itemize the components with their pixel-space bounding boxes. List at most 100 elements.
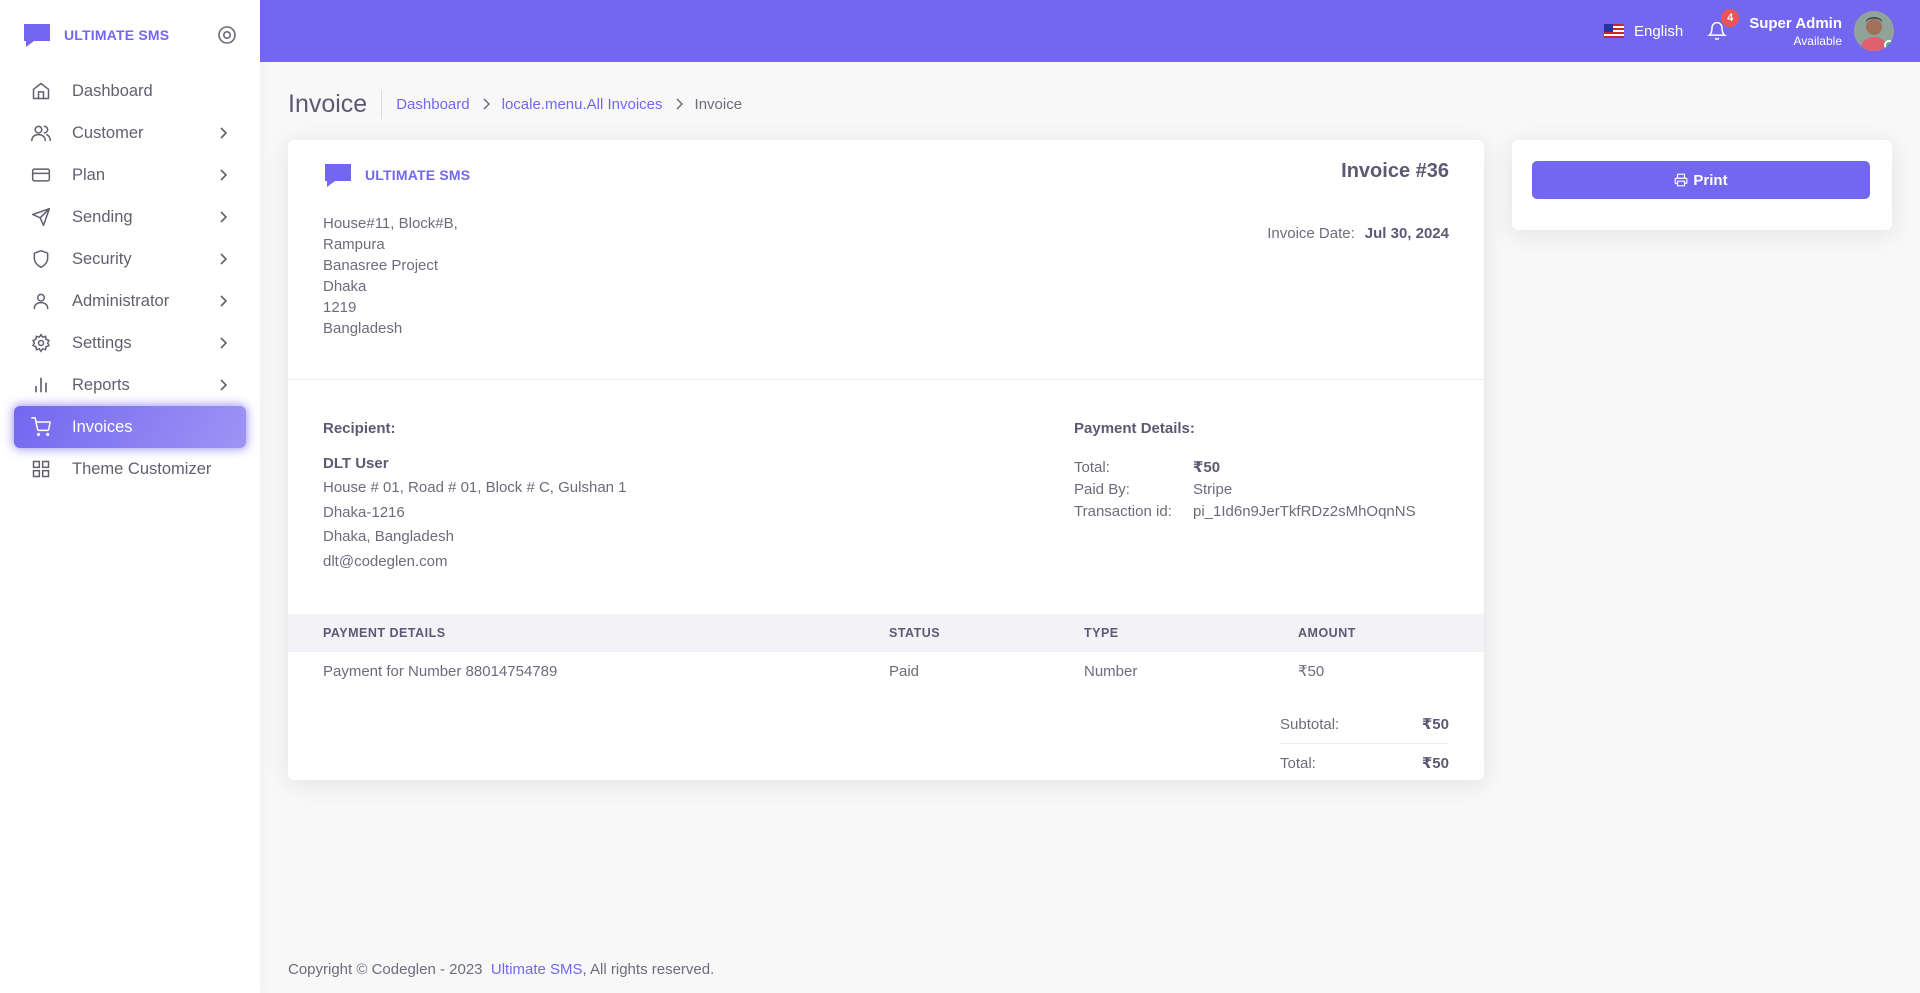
invoice-date: Invoice Date: Jul 30, 2024 [1267,225,1449,242]
breadcrumb-current: Invoice [694,95,743,113]
paid-by-row: Paid By: Stripe [1074,479,1416,501]
total-label: Total: [1280,754,1316,772]
sidebar-item-settings[interactable]: Settings [14,322,246,364]
breadcrumb: Dashboard locale.menu.All Invoices Invoi… [396,96,742,113]
sidebar-item-label: Dashboard [72,81,153,100]
address-line: Banasree Project [323,257,439,274]
actions-card: Print [1512,140,1892,230]
send-icon [30,206,52,228]
invoice-number: Invoice #36 [1341,160,1449,182]
grid-icon [30,458,52,480]
sidebar-item-plan[interactable]: Plan [14,154,246,196]
chevron-right-icon [216,336,230,350]
payment-details-block: Payment Details: Total: ₹50 Paid By: Str… [1074,420,1416,523]
payment-total-value: ₹50 [1193,459,1221,476]
table-cell: Number [1084,663,1138,680]
chevron-right-icon [216,126,230,140]
credit-card-icon [30,164,52,186]
sidebar-nav: Dashboard Customer Plan Sending Security… [0,70,260,490]
chevron-right-icon [216,210,230,224]
sidebar-item-customer[interactable]: Customer [14,112,246,154]
column-header: AMOUNT [1298,626,1356,640]
sidebar: ULTIMATE SMS Dashboard Customer Plan Sen… [0,0,260,993]
print-label: Print [1693,171,1728,189]
sidebar-item-label: Theme Customizer [72,459,212,478]
paid-by-value: Stripe [1193,481,1233,498]
users-icon [30,122,52,144]
footer-suffix: , All rights reserved. [582,961,715,978]
divider [288,379,1484,380]
sidebar-item-label: Invoices [72,417,133,436]
bar-chart-icon [30,374,52,396]
sidebar-item-label: Reports [72,375,130,394]
address-line: 1219 [323,299,357,316]
payment-details-heading: Payment Details: [1074,420,1195,437]
recipient-block: Recipient: DLT User House # 01, Road # 0… [323,420,627,574]
avatar[interactable] [1854,11,1894,51]
breadcrumb-dashboard[interactable]: Dashboard [396,96,469,113]
sidebar-item-label: Administrator [72,291,170,310]
chevron-right-icon [673,98,685,110]
user-name: Super Admin [1749,14,1842,32]
recipient-line: House # 01, Road # 01, Block # C, Gulsha… [323,479,627,496]
sidebar-item-label: Sending [72,207,133,226]
column-header: PAYMENT DETAILS [323,626,446,640]
invoice-brand: ULTIMATE SMS [323,162,470,188]
sidebar-item-theme-customizer[interactable]: Theme Customizer [14,448,246,490]
column-header: STATUS [889,626,941,640]
shield-icon [30,248,52,270]
invoice-date-value: Jul 30, 2024 [1364,225,1449,242]
user-menu[interactable]: Super Admin Available [1749,15,1842,48]
sidebar-item-label: Security [72,249,132,268]
table-header: PAYMENT DETAILS STATUS TYPE AMOUNT [288,614,1484,652]
total-row: Total: ₹50 [1280,744,1449,782]
invoice-totals: Subtotal: ₹50 Total: ₹50 [1280,705,1449,782]
brand[interactable]: ULTIMATE SMS [0,0,260,70]
recipient-name: DLT User [323,455,389,472]
chat-logo-icon [323,162,355,188]
notifications-bell[interactable]: 4 [1705,9,1740,43]
breadcrumb-all-invoices[interactable]: locale.menu.All Invoices [502,96,663,113]
table-cell: Paid [889,663,920,680]
address-line: Dhaka [323,278,367,295]
language-selector[interactable]: English [1604,23,1683,40]
payment-total-label: Total: [1074,459,1110,476]
chevron-right-icon [480,98,492,110]
sidebar-item-sending[interactable]: Sending [14,196,246,238]
notification-badge: 4 [1721,9,1740,27]
subtotal-row: Subtotal: ₹50 [1280,705,1449,743]
sidebar-item-administrator[interactable]: Administrator [14,280,246,322]
invoice-brand-name: ULTIMATE SMS [365,167,471,183]
transaction-id-value: pi_1Id6n9JerTkfRDz2sMhOqnNS [1193,503,1416,520]
recipient-email: dlt@codeglen.com [323,552,448,570]
sidebar-item-label: Customer [72,123,144,142]
copyright-text: Copyright © Codeglen - 2023 [288,961,483,978]
sidebar-item-invoices[interactable]: Invoices [14,406,246,448]
chevron-right-icon [216,168,230,182]
chevron-right-icon [216,294,230,308]
chevron-right-icon [216,378,230,392]
table-row: Payment for Number 88014754789 Paid Numb… [288,652,1484,692]
chevron-right-icon [216,252,230,266]
sidebar-item-reports[interactable]: Reports [14,364,246,406]
online-status-dot [1884,40,1894,50]
print-button[interactable]: Print [1532,161,1870,199]
shopping-cart-icon [30,416,52,438]
table-cell: Payment for Number 88014754789 [323,663,558,680]
invoice-card: ULTIMATE SMS House#11, Block#B, Rampura … [288,140,1484,780]
total-value: ₹50 [1421,755,1449,772]
collapse-toggle-icon[interactable] [216,24,238,46]
gear-icon [30,332,52,354]
transaction-id-row: Transaction id: pi_1Id6n9JerTkfRDz2sMhOq… [1074,501,1416,523]
address-line: Rampura [323,236,385,253]
footer: Copyright © Codeglen - 2023 Ultimate SMS… [288,961,714,978]
sidebar-item-label: Plan [72,165,106,184]
footer-link[interactable]: Ultimate SMS [491,961,583,978]
sidebar-item-dashboard[interactable]: Dashboard [14,70,246,112]
page-title: Invoice [288,89,383,119]
company-address: House#11, Block#B, Rampura Banasree Proj… [323,213,458,339]
invoice-date-label: Invoice Date: [1267,225,1355,242]
content-header: Invoice Dashboard locale.menu.All Invoic… [288,86,742,122]
sidebar-item-security[interactable]: Security [14,238,246,280]
address-line: Bangladesh [323,320,403,337]
